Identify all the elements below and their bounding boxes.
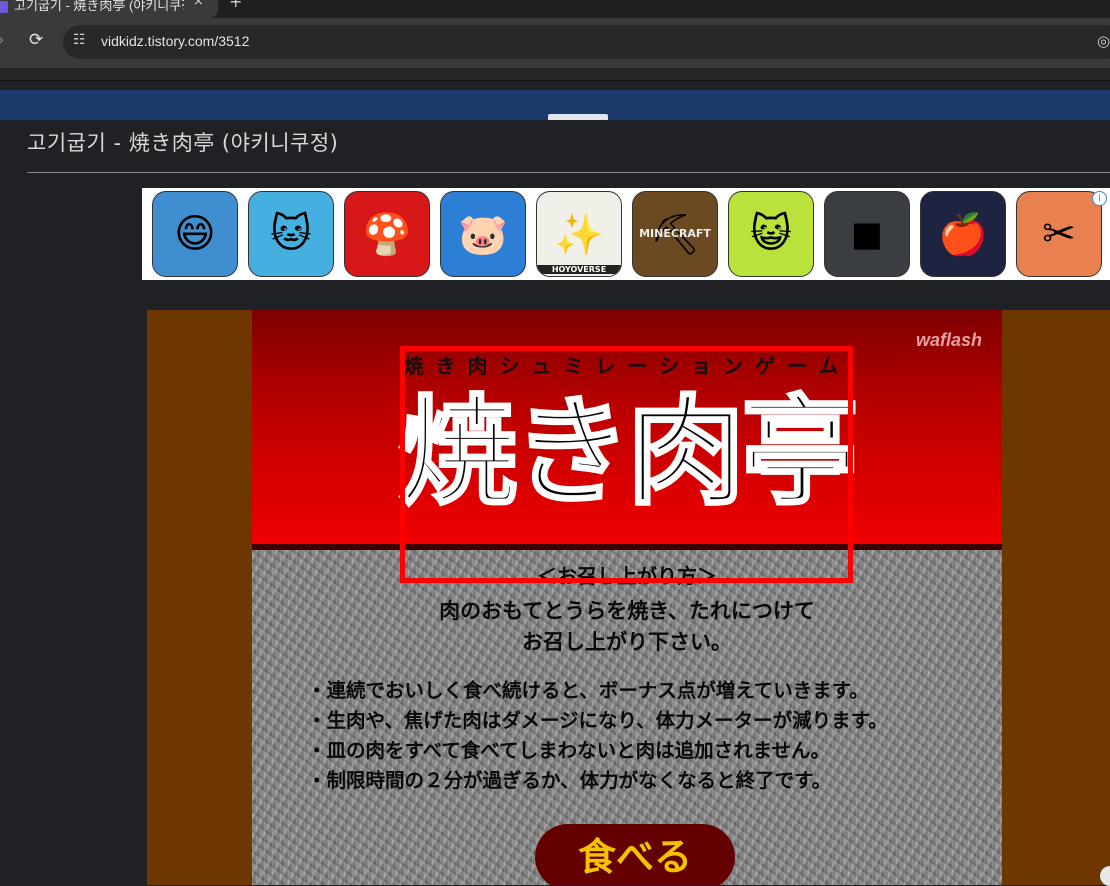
minecraft-caption: MINECRAFT [639,227,711,240]
blog-header-banner [0,90,1110,120]
rule-item: ・制限時間の２分が過ぎるか、体力がなくなると終了です。 [307,769,832,792]
tab-strip: 고기굽기 - 焼き肉亭 (야키니쿠정) × + [0,0,1110,18]
rule-item: ・連続でおいしく食べ続けると、ボーナス点が増えていきます。 [307,679,869,702]
talking-tom-icon[interactable]: 😺 [728,191,814,277]
super-mario-icon[interactable]: 🍄 [344,191,430,277]
roblox-icon[interactable]: ◼ [824,191,910,277]
post-title: 고기굽기 - 焼き肉亭 (야키니쿠정) [27,131,339,155]
rule-item: ・生肉や、焦げた肉はダメージになり、体力メーターが減ります。 [307,709,888,732]
start-eat-button[interactable]: 食べる [535,824,735,885]
new-tab-button[interactable]: + [229,0,242,11]
hoyoverse-icon[interactable]: ✨ HOYOVERSE [536,191,622,277]
address-bar[interactable]: ☷ vidkidz.tistory.com/3512 ◎ [63,25,1110,59]
piggy-icon[interactable]: 🐷 [440,191,526,277]
toolbar-divider [0,68,1110,81]
hoyoverse-caption: HOYOVERSE [537,265,621,274]
ad-banner[interactable]: ✂ 🍎 ◼ 😺 ⛏ MINECRAFT ✨ HOYOVERSE 🐷 🍄 🐱 😄 i [142,188,1110,280]
tab-close-button[interactable]: × [193,0,204,9]
url-text[interactable]: vidkidz.tistory.com/3512 [101,33,249,49]
ad-info-icon[interactable]: i [1092,191,1107,206]
site-info-icon[interactable]: ☷ [73,32,86,48]
makeover-icon[interactable]: ✂ [1016,191,1102,277]
reload-icon[interactable]: ⟳ [29,30,43,50]
tab-favicon-icon [0,1,8,13]
highlight-annotation-box [400,346,853,583]
tab-title: 고기굽기 - 焼き肉亭 (야키니쿠정) [14,0,184,13]
howto-line: お召し上がり下さい。 [522,630,732,654]
title-divider [27,172,1110,173]
talking-tom-gold-run-icon[interactable]: 🐱 [248,191,334,277]
forward-arrow-icon[interactable]: › [0,30,4,49]
howto-line: 肉のおもてとうらを焼き、たれにつけて [439,599,815,623]
jinx-icon[interactable]: 😄 [152,191,238,277]
minecraft-icon[interactable]: ⛏ MINECRAFT [632,191,718,277]
eye-off-icon[interactable]: ◎ [1097,32,1110,50]
waflash-watermark: waflash [915,330,982,350]
rules-list: ・連続でおいしく食べ続けると、ボーナス点が増えていきます。 ・生肉や、焦げた肉は… [307,676,1002,796]
browser-toolbar: › ⟳ ☷ vidkidz.tistory.com/3512 ◎ [0,18,1110,68]
browser-tab[interactable]: 고기굽기 - 焼き肉亭 (야키니쿠정) × [0,0,218,18]
snow-white-icon[interactable]: 🍎 [920,191,1006,277]
rule-item: ・皿の肉をすべて食べてしまわないと肉は追加されません。 [307,739,830,762]
